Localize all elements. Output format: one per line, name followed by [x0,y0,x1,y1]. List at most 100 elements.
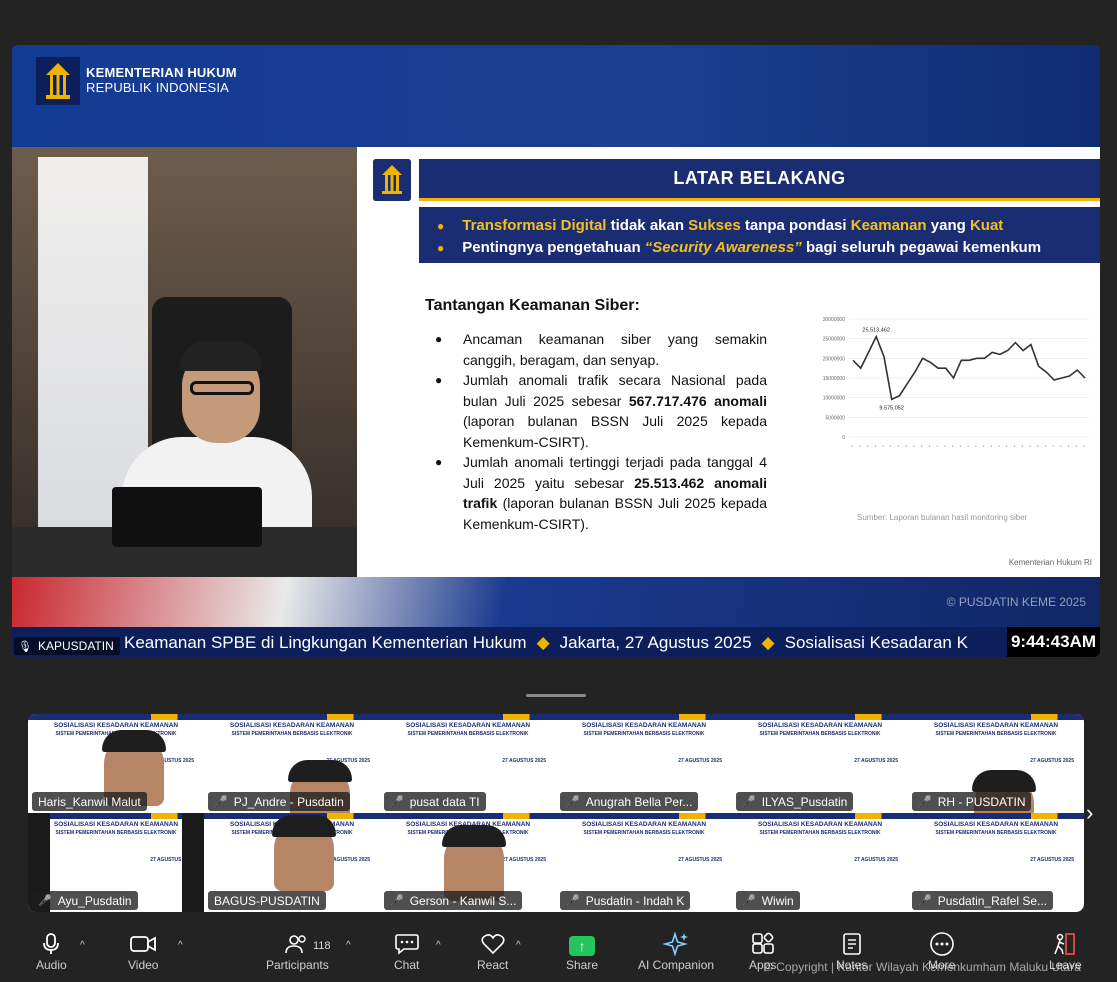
slide-background-band [908,714,1084,720]
chart-x-tick-mark: ▪ [1051,443,1056,448]
participant-tile[interactable]: SOSIALISASI KESADARAN KEAMANANSISTEM PEM… [204,714,380,813]
meeting-toolbar: Audio ^ Video ^ Participants 118 ^ Chat … [0,930,1117,982]
broadcast-watermark: © PUSDATIN KEME 2025 [946,595,1086,609]
ministry-name: KEMENTERIAN HUKUM REPUBLIK INDONESIA [86,65,237,95]
slide-subtitle: Tantangan Keamanan Siber: [425,297,640,314]
chart-x-tick-mark: ▪ [904,443,909,448]
react-button[interactable]: React [477,930,508,972]
chart-x-tick-mark: ▪ [857,443,862,448]
participant-name-label: 🎤 Gerson - Kanwil S... [384,891,523,910]
tile-dark-edge [182,813,204,912]
anomaly-line-chart: 30000000 25000000 20000000 15000000 10000000… [823,317,1089,448]
speaker-glasses [190,381,254,395]
participant-tile[interactable]: SOSIALISASI KESADARAN KEAMANANSISTEM PEM… [204,813,380,912]
participant-name-label: BAGUS-PUSDATIN [208,891,326,910]
muted-microphone-icon: 🎤 [566,895,580,907]
participants-count: 118 [313,940,331,952]
notes-icon [841,930,863,958]
slide-points: Ancaman keamanan siber yang semakin cang… [435,329,767,534]
participant-tile[interactable]: SOSIALISASI KESADARAN KEAMANANSISTEM PEM… [556,813,732,912]
chart-x-tick-mark: ▪ [1043,443,1048,448]
slide-background-band [204,714,380,720]
participant-tile[interactable]: SOSIALISASI KESADARAN KEAMANAN SISTEM PEM… [28,813,204,912]
slide-emblem-icon [373,159,411,201]
chat-label: Chat [394,958,420,972]
chart-x-tick-mark: ▪ [888,443,893,448]
desk-monitor [112,487,262,547]
chart-x-tick-mark: ▪ [865,443,870,448]
chat-button[interactable]: Chat [394,930,419,972]
chart-x-tick-mark: ▪ [873,443,878,448]
slide-point-1: Ancaman keamanan siber yang semakin cang… [435,329,767,370]
video-button[interactable]: Video [128,930,158,972]
ticker-text: Keamanan SPBE di Lingkungan Kementerian … [124,633,968,652]
chart-x-tick-mark: ▪ [981,443,986,448]
participant-gallery: SOSIALISASI KESADARAN KEAMANAN SISTEM PEM… [28,714,1084,912]
participant-name: RH - PUSDATIN [937,794,1026,809]
broadcast-clock: 9:44:43AM [1006,627,1100,657]
tile-heading-line-1: SOSIALISASI KESADARAN KEAMANAN [933,821,1059,828]
participant-name-label: 🎤 RH - PUSDATIN [912,792,1032,811]
muted-microphone-icon: 🎤 [390,796,404,808]
audio-button[interactable]: Audio [36,930,67,972]
tile-background-date: 27 AGUSTUS 2025 [502,857,546,863]
participant-name: PJ_Andre - Pusdatin [233,794,344,809]
tile-heading-line-2: SISTEM PEMERINTAHAN BERBASIS ELEKTRONIK [55,830,177,836]
participant-name: Pusdatin_Rafel Se... [937,893,1048,908]
presentation-slide: LATAR BELAKANG Transformasi Digital tida… [357,147,1100,577]
audio-label: Audio [36,958,67,972]
slide-background-band [556,813,732,819]
slide-background-band [380,714,556,720]
participant-tile[interactable]: SOSIALISASI KESADARAN KEAMANANSISTEM PEM… [908,813,1084,912]
chart-y-tick-label: 15000000 [823,376,845,382]
tile-heading-line-1: SOSIALISASI KESADARAN KEAMANAN [581,722,707,729]
tile-heading-line-1: SOSIALISASI KESADARAN KEAMANAN [757,821,883,828]
chat-options-chevron-icon[interactable]: ^ [436,940,441,951]
chart-y-tick-label: 0 [842,435,845,441]
muted-microphone-icon: 🎤 [918,796,932,808]
tile-background-heading: SOSIALISASI KESADARAN KEAMANAN SISTEM PEM… [28,821,204,837]
leave-door-icon [1052,930,1078,958]
participant-tile[interactable]: SOSIALISASI KESADARAN KEAMANANSISTEM PEM… [380,813,556,912]
tile-background-heading: SOSIALISASI KESADARAN KEAMANAN SISTEM PEM… [380,722,556,738]
participant-tile[interactable]: SOSIALISASI KESADARAN KEAMANANSISTEM PEM… [732,714,908,813]
participant-tile[interactable]: SOSIALISASI KESADARAN KEAMANANSISTEM PEM… [732,813,908,912]
tile-heading-line-1: SOSIALISASI KESADARAN KEAMANAN [53,821,179,828]
participants-icon [285,930,309,958]
participant-tile[interactable]: SOSIALISASI KESADARAN KEAMANANSISTEM PEM… [556,714,732,813]
participant-name: Anugrah Bella Per... [585,794,693,809]
panel-resize-handle[interactable] [526,694,586,697]
participants-options-chevron-icon[interactable]: ^ [346,940,351,951]
chart-x-tick-mark: ▪ [958,443,963,448]
ai-companion-button[interactable]: AI Companion [638,930,714,972]
more-dots-icon [929,930,955,958]
tile-background-date: 27 AGUSTUS 2025 [678,758,722,764]
slide-background-band [28,714,204,720]
chart-x-tick-mark: ▪ [896,443,901,448]
chart-y-tick-label: 25000000 [823,337,845,343]
slide-background-band [556,714,732,720]
video-options-chevron-icon[interactable]: ^ [178,940,183,951]
broadcast-header: KEMENTERIAN HUKUM REPUBLIK INDONESIA [12,45,1100,147]
tile-background-heading: SOSIALISASI KESADARAN KEAMANAN SISTEM PEM… [908,722,1084,738]
chart-x-tick-mark: ▪ [1020,443,1025,448]
participant-name-label: 🎤 Ayu_Pusdatin [32,891,138,910]
participant-tile[interactable]: SOSIALISASI KESADARAN KEAMANANSISTEM PEM… [28,714,204,813]
share-button[interactable]: ↑ Share [566,930,598,972]
audio-options-chevron-icon[interactable]: ^ [80,940,85,951]
tile-heading-line-2: SISTEM PEMERINTAHAN BERBASIS ELEKTRONIK [407,731,529,737]
participant-tile[interactable]: SOSIALISASI KESADARAN KEAMANANSISTEM PEM… [908,714,1084,813]
tile-heading-line-1: SOSIALISASI KESADARAN KEAMANAN [405,722,531,729]
microphone-icon [43,930,60,958]
tile-background-date: 27 AGUSTUS 2025 [678,857,722,863]
react-options-chevron-icon[interactable]: ^ [516,940,521,951]
participant-tile[interactable]: SOSIALISASI KESADARAN KEAMANAN SISTEM PEM… [380,714,556,813]
main-video-feed[interactable]: KEMENTERIAN HUKUM REPUBLIK INDONESIA LAT… [12,45,1100,657]
chart-source-note: Sumber: Laporan bulanan hasil monitoring… [857,513,1028,522]
slide-background-band [28,813,204,819]
slide-background-band [732,813,908,819]
participant-name: Haris_Kanwil Malut [38,794,141,809]
gallery-next-arrow-icon[interactable]: › [1086,800,1093,826]
slide-point-2: Jumlah anomali trafik secara Nasional pa… [435,370,767,452]
chart-x-tick-mark: ▪ [1028,443,1033,448]
